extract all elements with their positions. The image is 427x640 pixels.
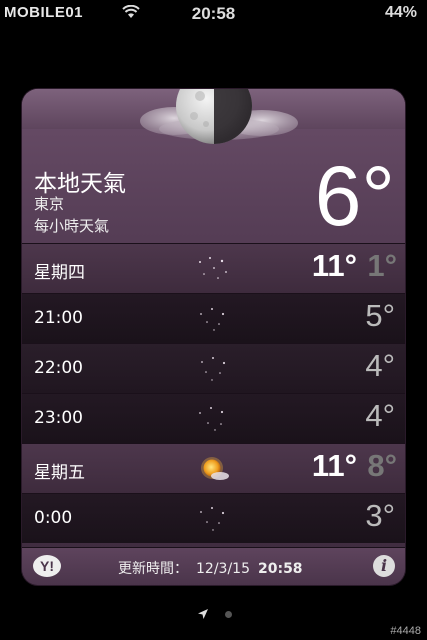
- status-clock: 20:58: [191, 4, 236, 23]
- hour-label: 21:00: [34, 308, 83, 328]
- status-bar: MOBILE01 20:58 44%: [0, 0, 427, 26]
- weather-card: 本地天氣 東京 每小時天氣 6° 星期四 11° 1° 21:00 5° 22:…: [22, 89, 405, 585]
- last-updated: 更新時間： 12/3/15 20:58: [118, 558, 303, 578]
- location-arrow-icon: [198, 609, 208, 619]
- day-label: 星期五: [34, 463, 85, 483]
- forecast-row-day: 星期五 11° 8°: [22, 443, 405, 493]
- page-dot: [225, 611, 232, 618]
- clear-night-stars-icon: [199, 407, 224, 431]
- forecast-row-hour: 0:00 3°: [22, 493, 405, 543]
- high-temperature: 11°: [311, 248, 357, 283]
- low-temperature: 8°: [367, 448, 397, 483]
- low-temperature: 1°: [367, 248, 397, 283]
- clear-night-stars-icon: [200, 507, 225, 531]
- city-name: 東京: [34, 195, 65, 213]
- sun-cloud-icon: [201, 457, 229, 480]
- updated-time: 20:58: [257, 561, 303, 577]
- forecast-list: 星期四 11° 1° 21:00 5° 22:00 4° 23:00 4° 星期…: [22, 243, 405, 543]
- hour-label: 22:00: [34, 358, 83, 378]
- hour-label: 23:00: [34, 408, 83, 428]
- clear-night-stars-icon: [199, 257, 227, 279]
- hour-label: 0:00: [34, 508, 73, 528]
- half-moon-icon: [176, 89, 252, 144]
- page-indicator[interactable]: [0, 608, 427, 622]
- forecast-row-day: 星期四 11° 1°: [22, 243, 405, 293]
- updated-label: 更新時間：: [118, 561, 188, 577]
- weather-header: 本地天氣 東京 每小時天氣 6°: [22, 149, 405, 243]
- forecast-row-hour: 21:00 5°: [22, 293, 405, 343]
- forecast-row-hour: 23:00 4°: [22, 393, 405, 443]
- hour-temperature: 4°: [365, 348, 395, 383]
- forecast-row-hour: 22:00 4°: [22, 343, 405, 393]
- day-label: 星期四: [34, 263, 85, 283]
- yahoo-logo-icon[interactable]: Y!: [32, 554, 70, 578]
- card-footer: Y! 更新時間： 12/3/15 20:58 i: [22, 547, 405, 585]
- hour-temperature: 4°: [365, 398, 395, 433]
- current-temperature: 6°: [314, 149, 395, 243]
- battery-percent: 44%: [384, 4, 417, 21]
- info-button[interactable]: i: [373, 555, 395, 577]
- clear-night-stars-icon: [201, 357, 226, 381]
- clear-night-stars-icon: [200, 308, 225, 331]
- view-mode-label: 每小時天氣: [34, 217, 110, 235]
- hour-temperature: 5°: [365, 298, 395, 333]
- yahoo-logo-text: Y!: [40, 558, 54, 574]
- high-temperature: 11°: [311, 448, 357, 483]
- updated-date: 12/3/15: [196, 561, 250, 577]
- hour-temperature: 3°: [365, 498, 395, 533]
- watermark: #4448: [390, 625, 421, 637]
